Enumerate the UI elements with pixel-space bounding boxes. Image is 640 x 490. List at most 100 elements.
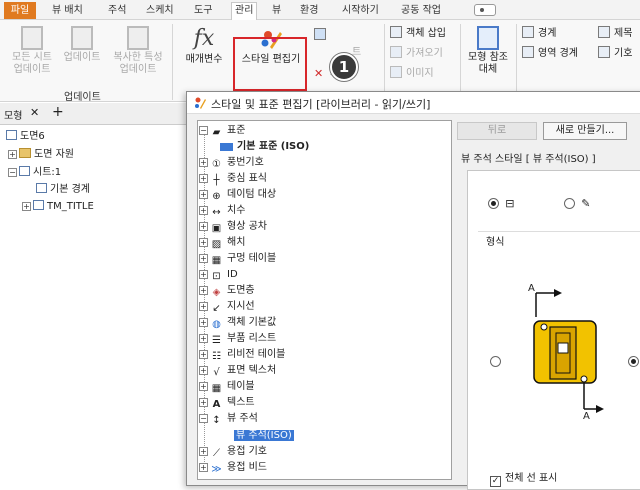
tab-tools[interactable]: 도구 <box>194 3 212 18</box>
tree-item-center-mark[interactable]: + ┼ 중심 표식 <box>199 171 267 186</box>
tree-item-label: 풍번기호 <box>227 157 264 168</box>
expand-icon[interactable]: + <box>199 158 208 167</box>
tab-get-started[interactable]: 시작하기 <box>342 3 379 18</box>
expand-icon[interactable]: + <box>199 318 208 327</box>
update-all-sheets-button[interactable]: 모든 시트 업데이트 <box>6 26 58 76</box>
expand-icon[interactable]: + <box>199 382 208 391</box>
tree-item-surface-texture[interactable]: + √ 표면 텍스처 <box>199 363 276 378</box>
radio-format-1[interactable] <box>490 356 501 368</box>
expand-icon[interactable]: + <box>199 286 208 295</box>
text-icon: A <box>212 399 221 410</box>
collapse-icon[interactable]: − <box>8 168 17 177</box>
radio-format-2[interactable] <box>628 356 639 368</box>
tree-item-layers[interactable]: + ◈ 도면층 <box>199 283 255 298</box>
browser-node-drawing[interactable]: 도면6 <box>6 130 45 144</box>
image-button[interactable]: 이미지 <box>390 66 434 80</box>
expand-icon[interactable]: + <box>199 254 208 263</box>
radio-view-type-2[interactable] <box>564 198 575 209</box>
expand-icon[interactable]: + <box>199 302 208 311</box>
collapse-icon[interactable]: − <box>199 414 208 423</box>
tree-item-hatch[interactable]: + ▨ 해치 <box>199 235 245 250</box>
expand-icon[interactable]: + <box>199 270 208 279</box>
hatch-icon: ▨ <box>211 239 222 250</box>
style-small-icon-1[interactable] <box>314 28 330 42</box>
format-radio-button[interactable] <box>628 356 639 367</box>
tab-file[interactable]: 파일 <box>4 2 36 19</box>
option-view-icon-2[interactable]: ✎ <box>564 197 590 210</box>
tree-item-weld-symbol[interactable]: + ⟋ 용접 기호 <box>199 444 267 459</box>
tree-item-revision-table[interactable]: + ☷ 리비전 테이블 <box>199 347 285 362</box>
layers-icon: ◈ <box>212 287 221 298</box>
format-radio-button[interactable] <box>490 356 501 367</box>
style-tree[interactable]: − ▰ 표준 기본 표준 (ISO) + ① 풍번기호 + ┼ 중심 표식 + ⊕ 데이텀 대상… <box>197 120 452 480</box>
tab-manage[interactable]: 관리 <box>231 2 258 20</box>
tree-item-parts-list[interactable]: + ☰ 부품 리스트 <box>199 331 276 346</box>
style-editor-icon <box>195 97 206 109</box>
tree-item-standard[interactable]: − ▰ 표준 <box>199 123 245 138</box>
browser-node-sheet[interactable]: − 시트:1 <box>8 166 61 180</box>
region-boundary-button[interactable]: 영역 경계 <box>522 46 578 60</box>
expand-icon[interactable]: + <box>199 222 208 231</box>
tree-item-leader[interactable]: + ↙ 지시선 <box>199 299 255 314</box>
tree-item-balloon[interactable]: + ① 풍번기호 <box>199 155 264 170</box>
tree-item-feature-control[interactable]: + ▣ 형상 공차 <box>199 219 267 234</box>
tab-annotate[interactable]: 주석 <box>108 3 126 18</box>
expand-icon[interactable]: + <box>199 334 208 343</box>
symbol-button[interactable]: 기호 <box>598 46 632 60</box>
tab-view-layout[interactable]: 뷰 배치 <box>52 3 83 18</box>
expand-icon[interactable]: + <box>199 206 208 215</box>
expand-icon[interactable]: + <box>22 202 31 211</box>
expand-icon[interactable]: + <box>199 463 208 472</box>
update-all-sheets-label: 모든 시트 업데이트 <box>12 52 52 75</box>
browser-node-border[interactable]: 기본 경계 <box>36 183 90 197</box>
tree-item-object-defaults[interactable]: + ◍ 객체 기본값 <box>199 315 276 330</box>
expand-icon[interactable]: + <box>199 350 208 359</box>
tree-item-default-standard[interactable]: 기본 표준 (ISO) <box>220 139 309 154</box>
tree-item-dimension[interactable]: + ↔ 치수 <box>199 203 245 218</box>
show-all-lines-checkbox[interactable]: ✓ <box>490 476 501 487</box>
title-button[interactable]: 제목 <box>598 26 632 40</box>
tab-view[interactable]: 뷰 <box>272 3 281 18</box>
update-copied-props-button[interactable]: 복사한 특성 업데이트 <box>108 26 168 76</box>
expand-icon[interactable]: + <box>199 366 208 375</box>
tree-item-id[interactable]: + ⊡ ID <box>199 267 238 282</box>
parameters-button[interactable]: fx 매개변수 <box>178 26 230 66</box>
expand-icon[interactable]: + <box>199 190 208 199</box>
tree-item-view-annotation-iso[interactable]: 뷰 주석(ISO) <box>234 428 294 443</box>
expand-icon[interactable]: + <box>199 174 208 183</box>
tab-environments[interactable]: 환경 <box>300 3 318 18</box>
show-all-lines-option[interactable]: ✓ 전체 선 표시 <box>490 469 557 487</box>
tab-collaborate[interactable]: 공동 작업 <box>401 3 441 18</box>
expand-icon[interactable]: + <box>199 447 208 456</box>
replace-model-ref-label: 모형 참조 대체 <box>468 52 508 75</box>
update-button[interactable]: 업데이트 <box>60 26 104 64</box>
import-button[interactable]: 가져오기 <box>390 46 443 60</box>
tree-item-label: 중심 표식 <box>227 173 267 184</box>
option-view-icon-1[interactable]: ⊟ <box>488 197 514 210</box>
tree-item-text[interactable]: + A 텍스트 <box>199 395 255 410</box>
insert-object-button[interactable]: 객체 삽입 <box>390 26 446 40</box>
replace-model-ref-button[interactable]: 모형 참조 대체 <box>462 26 514 76</box>
browser-node-drawing-resources[interactable]: + 도면 자원 <box>8 148 74 162</box>
tree-item-view-annotation[interactable]: − ↕ 뷰 주석 <box>199 411 258 426</box>
browser-node-title-block[interactable]: + TM_TITLE <box>22 200 94 214</box>
tree-item-weld-bead[interactable]: + ≫ 용접 비드 <box>199 460 267 475</box>
collapse-icon[interactable]: − <box>199 126 208 135</box>
tree-item-label: 표면 텍스처 <box>227 365 277 376</box>
expand-icon[interactable]: + <box>199 398 208 407</box>
boundary-button[interactable]: 경계 <box>522 26 556 40</box>
tab-sketch[interactable]: 스케치 <box>146 3 174 18</box>
fx-icon: fx <box>193 26 215 51</box>
close-icon[interactable]: ✕ <box>30 106 39 119</box>
radio-view-type-1[interactable] <box>488 198 499 209</box>
new-style-button[interactable]: 새로 만들기... <box>543 122 627 140</box>
ribbon-options-dropdown[interactable] <box>474 4 496 16</box>
expand-icon[interactable]: + <box>8 150 17 159</box>
expand-icon[interactable]: + <box>199 238 208 247</box>
tree-item-datum-target[interactable]: + ⊕ 데이텀 대상 <box>199 187 276 202</box>
browser-tab-label[interactable]: 모형 <box>4 107 22 122</box>
back-button[interactable]: 뒤로 <box>457 122 537 140</box>
tree-item-table[interactable]: + ▦ 테이블 <box>199 379 255 394</box>
add-tab-icon[interactable]: + <box>52 104 64 120</box>
tree-item-hole-table[interactable]: + ▦ 구멍 테이블 <box>199 251 276 266</box>
